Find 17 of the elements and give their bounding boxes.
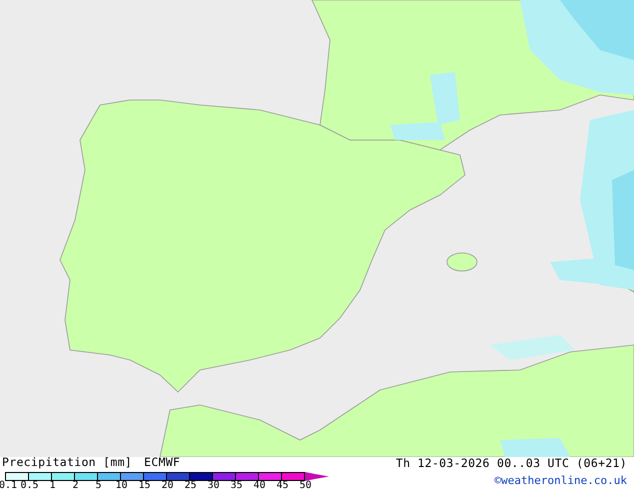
scale-label: 50 — [298, 480, 313, 490]
credit-link[interactable]: ©weatheronline.co.uk — [494, 475, 627, 486]
legend-title: Precipitation [mm] — [2, 457, 132, 468]
scale-label: 0.5 — [19, 480, 40, 490]
model-name: ECMWF — [144, 457, 180, 468]
scale-label: 20 — [160, 480, 175, 490]
scale-label: 10 — [114, 480, 129, 490]
valid-time: Th 12-03-2026 00..03 UTC (06+21) — [396, 457, 627, 471]
scale-label: 35 — [229, 480, 244, 490]
scale-label: 1 — [48, 480, 57, 490]
scale-label: 0.1 — [0, 480, 18, 490]
scale-label: 25 — [183, 480, 198, 490]
overflow-arrow-icon — [305, 472, 329, 480]
scale-label: 45 — [275, 480, 290, 490]
scale-label: 15 — [137, 480, 152, 490]
scale-label: 5 — [94, 480, 103, 490]
scale-label: 40 — [252, 480, 267, 490]
